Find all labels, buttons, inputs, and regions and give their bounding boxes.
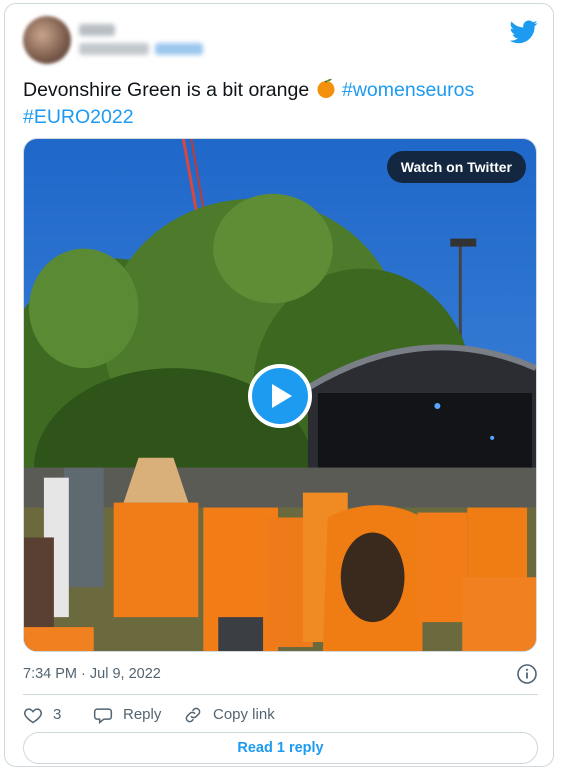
link-icon [185, 707, 201, 723]
reply-bubble-icon [93, 708, 113, 725]
info-icon[interactable] [516, 663, 538, 685]
heart-icon [24, 708, 42, 724]
like-button[interactable]: 3 [23, 700, 61, 730]
tweet-text: Devonshire Green is a bit orange #womens… [23, 77, 538, 131]
reply-action-button[interactable]: Reply [93, 700, 161, 730]
play-button[interactable] [248, 364, 312, 428]
play-icon [272, 384, 292, 408]
orange-fruit-icon [317, 78, 335, 98]
divider [23, 694, 538, 695]
tweet-card: Devonshire Green is a bit orange #womens… [4, 3, 554, 767]
twitter-bird-icon[interactable] [510, 20, 538, 44]
like-count: 3 [53, 706, 62, 723]
video-player[interactable]: Watch on Twitter [23, 138, 537, 652]
tweet-body: Devonshire Green is a bit orange [23, 79, 315, 101]
timestamp-link[interactable]: 7:34 PM · Jul 9, 2022 [23, 666, 161, 682]
reply-label: Reply [123, 706, 162, 723]
read-reply-button[interactable]: Read 1 reply [23, 732, 538, 764]
watch-on-twitter-button[interactable]: Watch on Twitter [386, 151, 526, 183]
author-name-blurred[interactable] [79, 24, 115, 36]
hashtag-euro2022-link[interactable]: #EURO2022 [23, 106, 134, 128]
avatar[interactable] [23, 16, 71, 64]
copy-link-button[interactable]: Copy link [183, 700, 275, 730]
author-handle-blurred[interactable] [79, 43, 149, 55]
follow-link-blurred[interactable] [155, 43, 203, 55]
action-bar: 3 Reply Copy link [23, 700, 538, 730]
tweet-header [23, 16, 538, 66]
tweet-meta: 7:34 PM · Jul 9, 2022 [23, 662, 538, 686]
hashtag-womenseuros-link[interactable]: #womenseuros [342, 79, 474, 101]
copy-link-label: Copy link [213, 706, 275, 723]
